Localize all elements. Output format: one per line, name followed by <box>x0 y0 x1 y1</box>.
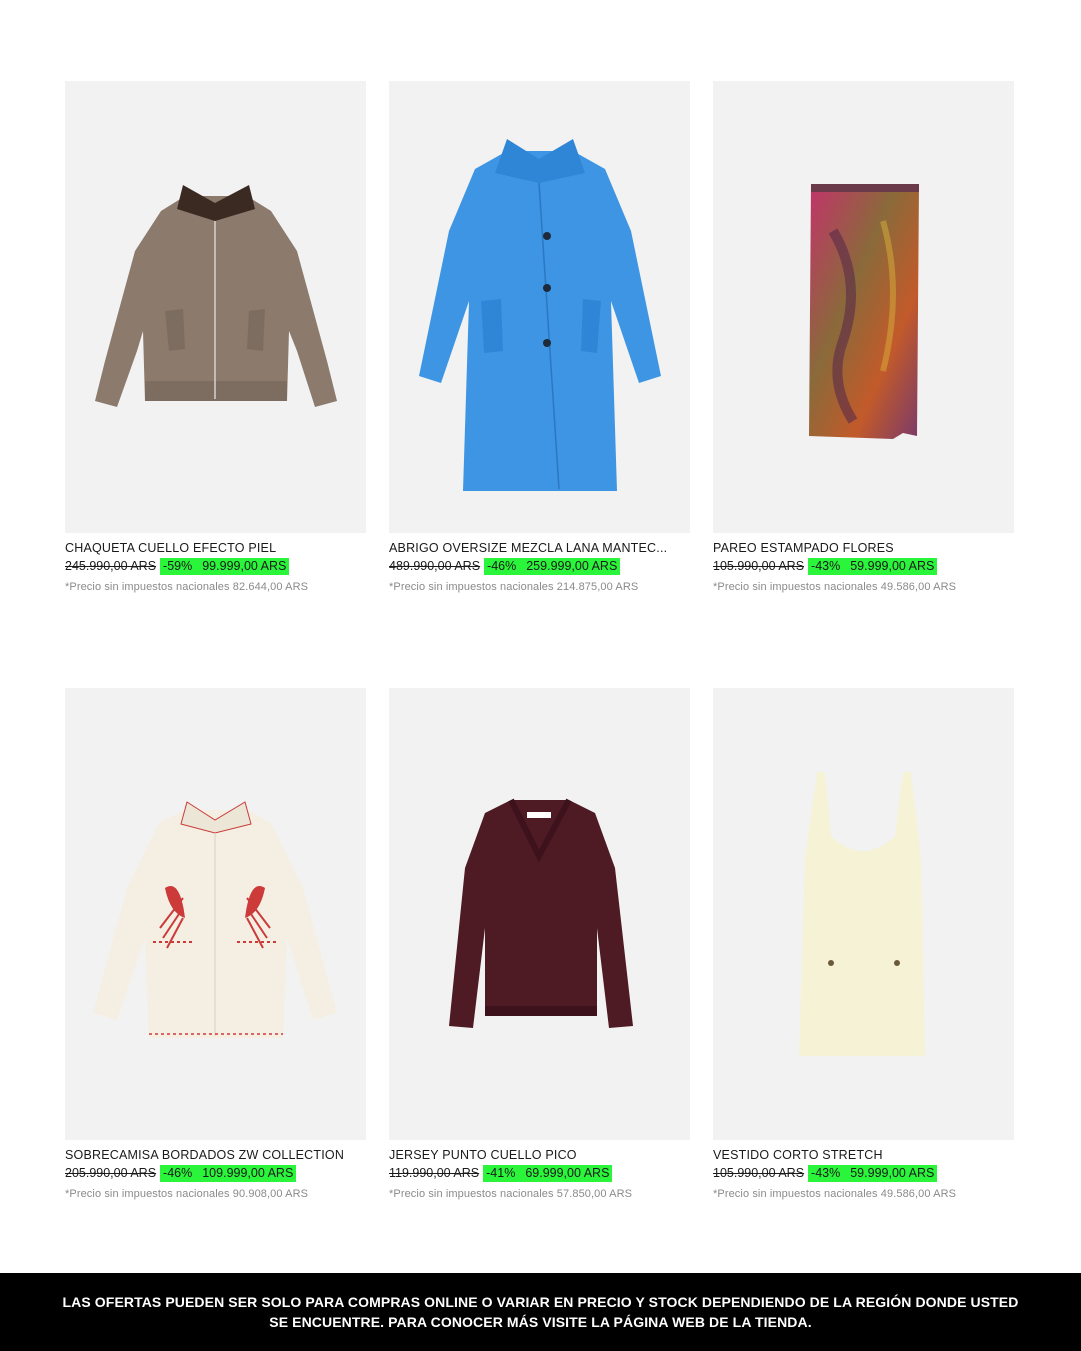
product-image[interactable] <box>713 688 1014 1140</box>
sale-badge: -59% 99.999,00 ARS <box>160 558 290 575</box>
sale-price: 259.999,00 ARS <box>526 559 618 573</box>
jacket-icon <box>95 185 337 407</box>
coat-icon <box>419 139 661 491</box>
product-card[interactable]: JERSEY PUNTO CUELLO PICO 119.990,00 ARS … <box>389 688 690 1200</box>
original-price: 489.990,00 ARS <box>389 559 481 573</box>
discount-percent: -43% <box>811 1166 841 1180</box>
original-price: 119.990,00 ARS <box>389 1166 480 1180</box>
tax-note: *Precio sin impuestos nacionales 214.875… <box>389 581 639 593</box>
price-row: 119.990,00 ARS -41% 69.999,00 ARS <box>389 1165 690 1182</box>
product-name[interactable]: ABRIGO OVERSIZE MEZCLA LANA MANTEC... <box>389 541 690 555</box>
discount-percent: -59% <box>163 559 193 573</box>
product-card[interactable]: CHAQUETA CUELLO EFECTO PIEL 245.990,00 A… <box>65 81 366 593</box>
sale-price: 59.999,00 ARS <box>850 1166 935 1180</box>
product-card[interactable]: VESTIDO CORTO STRETCH 105.990,00 ARS -43… <box>713 688 1014 1200</box>
sale-badge: -46% 259.999,00 ARS <box>484 558 621 575</box>
product-image[interactable] <box>65 688 366 1140</box>
original-price: 245.990,00 ARS <box>65 559 157 573</box>
product-card[interactable]: PAREO ESTAMPADO FLORES 105.990,00 ARS -4… <box>713 81 1014 593</box>
disclaimer-text: LAS OFERTAS PUEDEN SER SOLO PARA COMPRAS… <box>62 1294 1019 1330</box>
skirt-icon <box>809 184 919 439</box>
sale-badge: -41% 69.999,00 ARS <box>483 1165 613 1182</box>
product-card[interactable]: ABRIGO OVERSIZE MEZCLA LANA MANTEC... 48… <box>389 81 690 593</box>
discount-percent: -46% <box>163 1166 193 1180</box>
sale-badge: -43% 59.999,00 ARS <box>808 1165 938 1182</box>
discount-percent: -46% <box>487 559 517 573</box>
product-name[interactable]: CHAQUETA CUELLO EFECTO PIEL <box>65 541 366 555</box>
price-row: 245.990,00 ARS -59% 99.999,00 ARS <box>65 558 366 575</box>
sale-badge: -46% 109.999,00 ARS <box>160 1165 297 1182</box>
product-name[interactable]: VESTIDO CORTO STRETCH <box>713 1148 1014 1162</box>
product-image[interactable] <box>389 81 690 533</box>
tax-note: *Precio sin impuestos nacionales 49.586,… <box>713 581 957 593</box>
price-row: 489.990,00 ARS -46% 259.999,00 ARS <box>389 558 690 575</box>
original-price: 105.990,00 ARS <box>713 559 805 573</box>
product-image[interactable] <box>65 81 366 533</box>
discount-percent: -41% <box>486 1166 516 1180</box>
product-image[interactable] <box>389 688 690 1140</box>
product-name[interactable]: JERSEY PUNTO CUELLO PICO <box>389 1148 690 1162</box>
tax-note: *Precio sin impuestos nacionales 49.586,… <box>713 1188 957 1200</box>
tax-note: *Precio sin impuestos nacionales 82.644,… <box>65 581 309 593</box>
sale-price: 109.999,00 ARS <box>202 1166 294 1180</box>
tax-note: *Precio sin impuestos nacionales 57.850,… <box>389 1188 633 1200</box>
original-price: 105.990,00 ARS <box>713 1166 805 1180</box>
price-row: 105.990,00 ARS -43% 59.999,00 ARS <box>713 558 1014 575</box>
tax-note: *Precio sin impuestos nacionales 90.908,… <box>65 1188 309 1200</box>
dress-icon <box>799 772 925 1056</box>
product-name[interactable]: PAREO ESTAMPADO FLORES <box>713 541 1014 555</box>
original-price: 205.990,00 ARS <box>65 1166 157 1180</box>
product-image[interactable] <box>713 81 1014 533</box>
price-row: 105.990,00 ARS -43% 59.999,00 ARS <box>713 1165 1014 1182</box>
product-name[interactable]: SOBRECAMISA BORDADOS ZW COLLECTION <box>65 1148 366 1162</box>
discount-percent: -43% <box>811 559 841 573</box>
product-card[interactable]: SOBRECAMISA BORDADOS ZW COLLECTION 205.9… <box>65 688 366 1200</box>
sale-price: 99.999,00 ARS <box>202 559 287 573</box>
sale-price: 59.999,00 ARS <box>850 559 935 573</box>
footer-banner: LAS OFERTAS PUEDEN SER SOLO PARA COMPRAS… <box>0 1273 1081 1351</box>
sweater-icon <box>449 798 633 1028</box>
sale-badge: -43% 59.999,00 ARS <box>808 558 938 575</box>
sale-price: 69.999,00 ARS <box>525 1166 610 1180</box>
price-row: 205.990,00 ARS -46% 109.999,00 ARS <box>65 1165 366 1182</box>
overshirt-icon <box>93 801 337 1038</box>
